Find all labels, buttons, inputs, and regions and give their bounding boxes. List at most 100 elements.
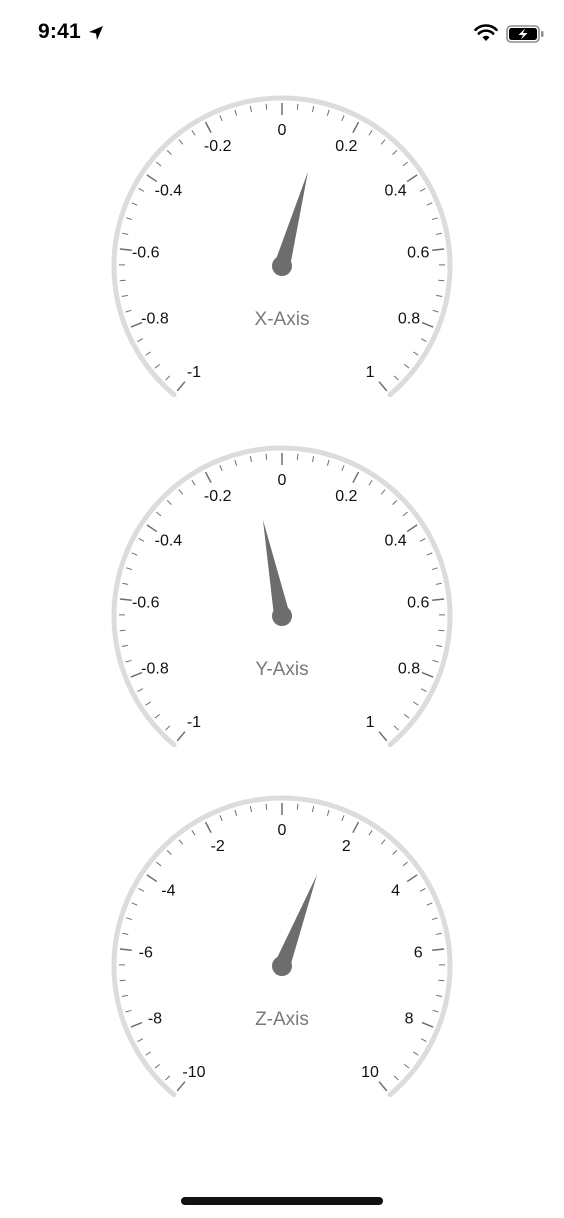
minor-tick	[402, 511, 408, 517]
minor-tick	[402, 161, 408, 167]
minor-tick	[393, 1075, 399, 1081]
gauge-needle	[274, 171, 309, 269]
gauge-y-axis: -1 -0.8 -0.6 -0.4 -0.2 0 0.2 0.4 0.6 0.8 1 Y-Axis	[107, 435, 457, 755]
minor-tick	[122, 232, 129, 235]
needle-hub	[272, 606, 292, 626]
minor-tick	[312, 456, 315, 463]
minor-tick	[137, 1038, 144, 1042]
minor-tick	[121, 994, 128, 998]
minor-tick	[438, 629, 445, 632]
major-tick	[176, 1081, 186, 1092]
tick-label: 0.2	[335, 138, 357, 155]
minor-tick	[145, 701, 151, 706]
minor-tick	[419, 188, 426, 192]
tick-label: 4	[391, 882, 400, 899]
minor-tick	[420, 688, 427, 692]
minor-tick	[154, 363, 160, 369]
minor-tick	[438, 979, 445, 982]
minor-tick	[435, 232, 442, 235]
tick-label: 0	[278, 122, 287, 139]
minor-tick	[404, 713, 410, 719]
minor-tick	[392, 149, 398, 155]
major-tick	[352, 471, 360, 484]
minor-tick	[426, 902, 433, 906]
minor-tick	[392, 849, 398, 855]
major-tick	[378, 381, 388, 392]
tick-label: 10	[361, 1064, 379, 1081]
minor-tick	[312, 806, 315, 813]
minor-tick	[436, 994, 443, 998]
tick-label: -1	[187, 714, 201, 731]
major-tick	[176, 731, 186, 742]
minor-tick	[166, 849, 172, 855]
minor-tick	[131, 202, 138, 206]
minor-tick	[312, 106, 315, 113]
minor-tick	[249, 456, 252, 463]
minor-tick	[413, 1051, 419, 1056]
minor-tick	[435, 932, 442, 935]
gauge-needle	[274, 874, 318, 969]
tick-label: 0	[278, 472, 287, 489]
minor-tick	[296, 803, 299, 810]
minor-tick	[368, 479, 373, 486]
minor-tick	[126, 917, 133, 921]
minor-tick	[154, 713, 160, 719]
minor-tick	[392, 499, 398, 505]
major-tick	[176, 381, 186, 392]
tick-label: 2	[342, 838, 351, 855]
minor-tick	[145, 1051, 151, 1056]
major-tick	[146, 524, 158, 533]
tick-label: -0.6	[132, 245, 160, 262]
minor-tick	[219, 115, 223, 122]
tick-label: 0.4	[384, 182, 406, 199]
minor-tick	[137, 688, 144, 692]
minor-tick	[420, 338, 427, 342]
minor-tick	[137, 338, 144, 342]
minor-tick	[426, 202, 433, 206]
minor-tick	[156, 161, 162, 167]
minor-tick	[426, 552, 433, 556]
minor-tick	[191, 829, 196, 836]
major-tick	[406, 174, 418, 183]
minor-tick	[265, 453, 268, 460]
minor-tick	[219, 465, 223, 472]
minor-tick	[145, 351, 151, 356]
minor-tick	[121, 644, 128, 648]
minor-tick	[119, 629, 126, 632]
minor-tick	[122, 932, 129, 935]
major-tick	[352, 121, 360, 134]
gauge-x-axis: -1 -0.8 -0.6 -0.4 -0.2 0 0.2 0.4 0.6 0.8 1 X-Axis	[107, 85, 457, 405]
major-tick	[432, 248, 445, 251]
tick-label: -0.4	[155, 182, 183, 199]
tick-label: -2	[211, 838, 225, 855]
minor-tick	[191, 479, 196, 486]
status-time: 9:41	[38, 20, 81, 43]
home-indicator[interactable]	[181, 1197, 383, 1205]
minor-tick	[138, 188, 145, 192]
tick-label: 0.6	[407, 245, 429, 262]
tick-label: 1	[366, 714, 375, 731]
major-tick	[204, 821, 212, 834]
minor-tick	[178, 839, 184, 845]
minor-tick	[138, 888, 145, 892]
minor-tick	[296, 453, 299, 460]
gauge-z-axis: -10 -8 -6 -4 -2 0 2 4 6 8 10 Z-Axis	[107, 785, 457, 1105]
minor-tick	[219, 815, 223, 822]
minor-tick	[431, 917, 438, 921]
minor-tick	[165, 375, 171, 381]
minor-tick	[234, 809, 238, 816]
minor-tick	[419, 538, 426, 542]
tick-label: -10	[182, 1064, 205, 1081]
minor-tick	[131, 902, 138, 906]
minor-tick	[419, 888, 426, 892]
minor-tick	[131, 552, 138, 556]
gauge-title: X-Axis	[254, 309, 310, 330]
minor-tick	[368, 129, 373, 136]
minor-tick	[431, 217, 438, 221]
minor-tick	[420, 1038, 427, 1042]
tick-label: 0.4	[384, 532, 406, 549]
needle-hub	[272, 956, 292, 976]
minor-tick	[402, 861, 408, 867]
major-tick	[119, 948, 132, 951]
minor-tick	[296, 103, 299, 110]
